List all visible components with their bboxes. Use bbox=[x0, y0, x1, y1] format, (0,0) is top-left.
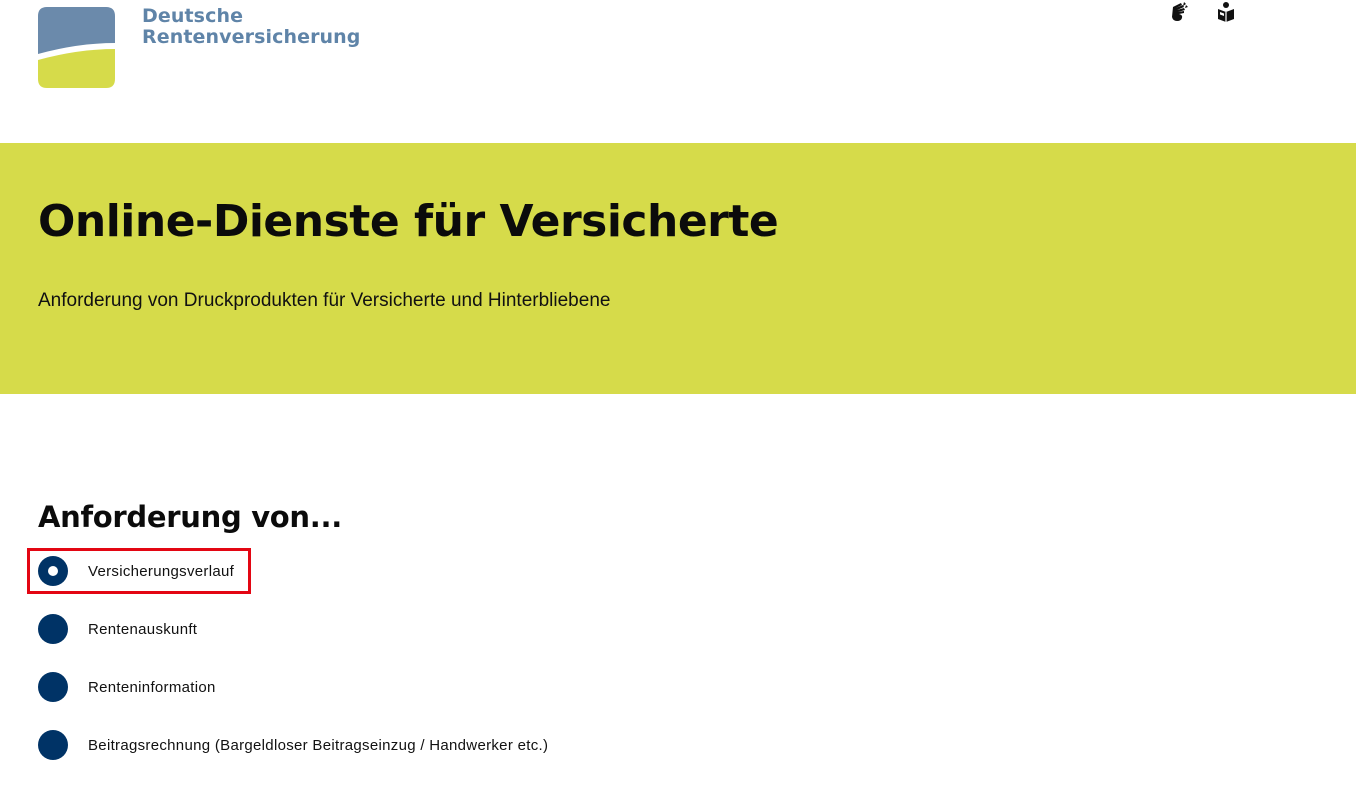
option-renteninformation[interactable]: Renteninformation bbox=[38, 672, 838, 702]
option-label: Renteninformation bbox=[88, 678, 216, 696]
page-title: Online-Dienste für Versicherte bbox=[38, 196, 779, 247]
radio-beitragsrechnung[interactable] bbox=[38, 730, 68, 760]
brand-name[interactable]: Deutsche Rentenversicherung bbox=[142, 6, 361, 48]
option-beitragsrechnung[interactable]: Beitragsrechnung (Bargeldloser Beitragse… bbox=[38, 730, 838, 760]
easy-language-icon[interactable] bbox=[1216, 1, 1236, 23]
option-label: Rentenauskunft bbox=[88, 620, 198, 638]
option-rentenauskunft[interactable]: Rentenauskunft bbox=[38, 614, 838, 644]
page-subtitle: Anforderung von Druckprodukten für Versi… bbox=[38, 290, 611, 311]
request-type-radio-group: Versicherungsverlauf Rentenauskunft Rent… bbox=[38, 556, 838, 788]
option-label: Beitragsrechnung (Bargeldloser Beitragse… bbox=[88, 736, 549, 754]
radio-rentenauskunft[interactable] bbox=[38, 614, 68, 644]
brand-line-2: Rentenversicherung bbox=[142, 26, 361, 48]
option-versicherungsverlauf[interactable]: Versicherungsverlauf bbox=[38, 556, 838, 586]
deutsche-rentenversicherung-logo[interactable] bbox=[38, 7, 115, 88]
site-header: Deutsche Rentenversicherung bbox=[0, 0, 1359, 143]
option-label: Versicherungsverlauf bbox=[88, 562, 235, 580]
header-icon-links bbox=[1170, 1, 1236, 23]
brand-line-1: Deutsche bbox=[142, 5, 244, 27]
radio-renteninformation[interactable] bbox=[38, 672, 68, 702]
radio-versicherungsverlauf[interactable] bbox=[38, 556, 68, 586]
hero-banner: Online-Dienste für Versicherte Anforderu… bbox=[0, 143, 1356, 394]
section-title: Anforderung von... bbox=[38, 500, 342, 534]
sign-language-icon[interactable] bbox=[1170, 1, 1190, 23]
